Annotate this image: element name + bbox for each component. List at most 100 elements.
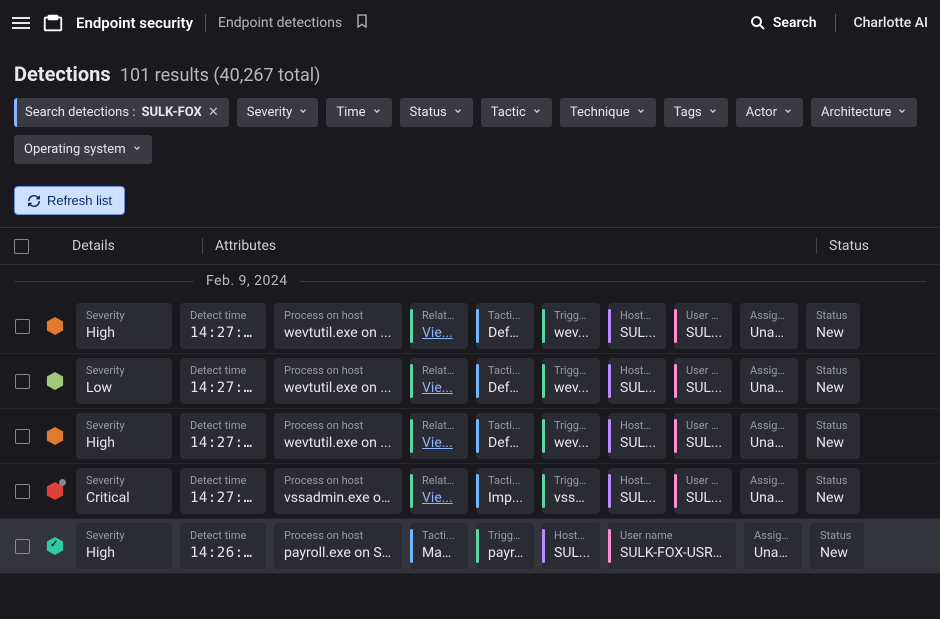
- username-card[interactable]: User n... SUL...: [674, 358, 732, 404]
- select-all-checkbox[interactable]: [14, 239, 29, 254]
- search-filter-value: SULK-FOX: [141, 105, 201, 120]
- detect-time-card: Detect time 14:26:55: [180, 523, 266, 569]
- process-card: Process on host wevtutil.exe on ...: [274, 303, 402, 349]
- assignee-card[interactable]: Assign... Unas...: [740, 303, 798, 349]
- row-checkbox[interactable]: [15, 539, 30, 554]
- detect-time-card: Detect time 14:27:17: [180, 303, 266, 349]
- status-card[interactable]: Status New: [806, 358, 860, 404]
- related-card[interactable]: Relate... Vie...: [410, 468, 468, 514]
- hostname-card[interactable]: Hostn... SUL...: [542, 523, 600, 569]
- filter-chip-operating-system[interactable]: Operating system: [14, 135, 152, 164]
- row-checkbox[interactable]: [15, 484, 30, 499]
- row-checkbox[interactable]: [15, 374, 30, 389]
- tactic-card[interactable]: Tacti... Defe...: [476, 303, 534, 349]
- severity-icon: [46, 426, 64, 446]
- severity-icon: [46, 481, 64, 501]
- hostname-card[interactable]: Hostn... SUL...: [608, 358, 666, 404]
- username-card[interactable]: User n... SUL...: [674, 468, 732, 514]
- status-card[interactable]: Status New: [806, 468, 860, 514]
- search-label: Search: [773, 15, 817, 31]
- tactic-card[interactable]: Tacti... Mac...: [410, 523, 468, 569]
- trigger-card[interactable]: Trigge... vssa...: [542, 468, 600, 514]
- menu-icon[interactable]: [12, 17, 30, 29]
- search-filter-chip[interactable]: Search detections : SULK-FOX ✕: [14, 98, 229, 127]
- detect-time-card: Detect time 14:27:04: [180, 468, 266, 514]
- assignee-card[interactable]: Assign... Unas...: [740, 358, 798, 404]
- trigger-card[interactable]: Trigge... wev...: [542, 413, 600, 459]
- status-card[interactable]: Status New: [806, 413, 860, 459]
- toolbar: Refresh list: [0, 174, 940, 227]
- assignee-card[interactable]: Assign... Unas...: [740, 468, 798, 514]
- filter-chip-tactic[interactable]: Tactic: [481, 98, 552, 127]
- tactic-card[interactable]: Tacti... Imp...: [476, 468, 534, 514]
- severity-card: Severity Critical: [76, 468, 172, 514]
- trigger-card[interactable]: Trigge... wev...: [542, 358, 600, 404]
- breadcrumb-section[interactable]: Endpoint detections: [218, 15, 342, 31]
- chevron-down-icon: [708, 105, 718, 120]
- tactic-card[interactable]: Tacti... Defe...: [476, 413, 534, 459]
- severity-card: Severity Low: [76, 358, 172, 404]
- severity-icon: [46, 316, 64, 336]
- assignee-card[interactable]: Assign... Unas...: [744, 523, 802, 569]
- filter-chip-architecture[interactable]: Architecture: [811, 98, 917, 127]
- username-card[interactable]: User n... SUL...: [674, 303, 732, 349]
- status-card[interactable]: Status New: [810, 523, 864, 569]
- refresh-label: Refresh list: [47, 193, 112, 208]
- column-header-row: Details Attributes Status: [0, 227, 940, 265]
- process-card: Process on host payroll.exe on S...: [274, 523, 402, 569]
- bookmark-icon[interactable]: [354, 13, 370, 33]
- refresh-button[interactable]: Refresh list: [14, 186, 125, 215]
- column-details[interactable]: Details: [72, 238, 202, 254]
- charlotte-ai-link[interactable]: Charlotte AI: [854, 15, 928, 31]
- table-row[interactable]: ✓ Severity High Detect time 14:26:55 Pro…: [0, 519, 940, 574]
- filter-chip-severity[interactable]: Severity: [237, 98, 319, 127]
- table-row[interactable]: Severity Low Detect time 14:27:12 Proces…: [0, 354, 940, 409]
- row-checkbox[interactable]: [15, 319, 30, 334]
- related-card[interactable]: Relate... Vie...: [410, 303, 468, 349]
- table-row[interactable]: Severity High Detect time 14:27:17 Proce…: [0, 299, 940, 354]
- table-row[interactable]: Severity High Detect time 14:27:12 Proce…: [0, 409, 940, 464]
- username-card[interactable]: User n... SUL...: [674, 413, 732, 459]
- row-checkbox[interactable]: [15, 429, 30, 444]
- trigger-card[interactable]: Trigge... wev...: [542, 303, 600, 349]
- detections-list: Severity High Detect time 14:27:17 Proce…: [0, 299, 940, 574]
- detect-time-card: Detect time 14:27:12: [180, 413, 266, 459]
- search-button[interactable]: Search: [749, 14, 817, 32]
- table-row[interactable]: Severity Critical Detect time 14:27:04 P…: [0, 464, 940, 519]
- process-card: Process on host vssadmin.exe o...: [274, 468, 402, 514]
- hostname-card[interactable]: Hostn... SUL...: [608, 413, 666, 459]
- filter-chip-status[interactable]: Status: [400, 98, 473, 127]
- chevron-down-icon: [298, 105, 308, 120]
- process-card: Process on host wevtutil.exe on ...: [274, 413, 402, 459]
- date-divider: Feb. 9, 2024: [0, 265, 940, 299]
- severity-icon: ✓: [46, 536, 64, 556]
- assignee-card[interactable]: Assign... Unas...: [740, 413, 798, 459]
- related-card[interactable]: Relate... Vie...: [410, 358, 468, 404]
- filter-chip-time[interactable]: Time: [326, 98, 391, 127]
- search-icon: [749, 14, 767, 32]
- top-nav: Endpoint security Endpoint detections Se…: [0, 0, 940, 46]
- detect-time-card: Detect time 14:27:12: [180, 358, 266, 404]
- tactic-card[interactable]: Tacti... Defe...: [476, 358, 534, 404]
- date-label: Feb. 9, 2024: [206, 273, 288, 289]
- trigger-card[interactable]: Trigge... payr...: [476, 523, 534, 569]
- column-status[interactable]: Status: [816, 238, 926, 254]
- chevron-down-icon: [897, 105, 907, 120]
- filter-chip-technique[interactable]: Technique: [560, 98, 656, 127]
- severity-card: Severity High: [76, 523, 172, 569]
- chevron-down-icon: [783, 105, 793, 120]
- filter-chip-actor[interactable]: Actor: [736, 98, 803, 127]
- result-count: 101 results (40,267 total): [120, 65, 321, 86]
- hostname-card[interactable]: Hostn... SUL...: [608, 468, 666, 514]
- severity-icon: [46, 371, 64, 391]
- hostname-card[interactable]: Hostn... SUL...: [608, 303, 666, 349]
- breadcrumb-app[interactable]: Endpoint security: [76, 14, 193, 32]
- status-card[interactable]: Status New: [806, 303, 860, 349]
- column-attributes[interactable]: Attributes: [202, 238, 816, 254]
- clear-search-icon[interactable]: ✕: [208, 105, 219, 120]
- username-card[interactable]: User name SULK-FOX-USR1$: [608, 523, 736, 569]
- page-title: Detections: [14, 62, 111, 86]
- process-card: Process on host wevtutil.exe on ...: [274, 358, 402, 404]
- filter-chip-tags[interactable]: Tags: [664, 98, 728, 127]
- related-card[interactable]: Relate... Vie...: [410, 413, 468, 459]
